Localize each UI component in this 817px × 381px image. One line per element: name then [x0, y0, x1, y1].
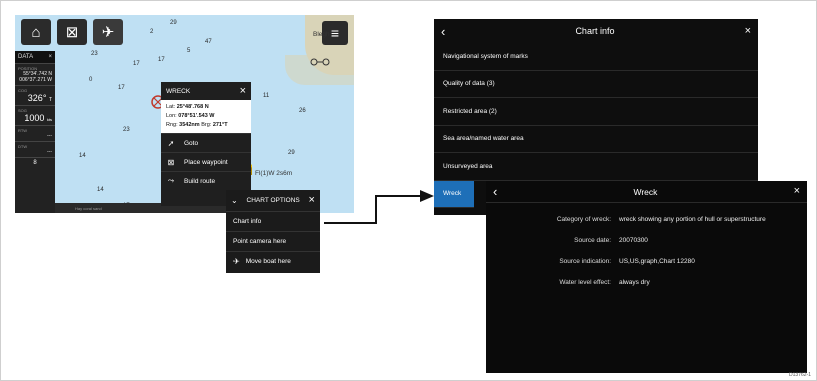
attr-value: wreck showing any portion of hull or sup… — [619, 216, 766, 223]
data-bar-header: DATA × — [15, 51, 55, 63]
data-bar[interactable]: DATA × POSITION 55°34'.742 N 006°37'.271… — [15, 51, 55, 213]
waypoints-button[interactable]: ⊠ — [57, 19, 87, 45]
depth-sounding: 47 — [205, 39, 212, 45]
point-camera-option[interactable]: Point camera here — [226, 231, 320, 251]
chevron-down-icon[interactable]: ⌄ — [231, 196, 238, 205]
attr-row: Source date: 20070300 — [486, 230, 807, 251]
info-row-unsurveyed[interactable]: Unsurveyed area — [434, 153, 758, 181]
attr-label: Water level effect: — [559, 279, 611, 286]
close-icon[interactable]: × — [240, 85, 246, 97]
flow-arrow — [324, 190, 434, 224]
data-bar-close[interactable]: × — [48, 54, 52, 60]
attr-label: Source date: — [574, 237, 611, 244]
back-icon[interactable]: ‹ — [493, 184, 497, 199]
waypoint-list-icon: ⊠ — [65, 24, 79, 41]
goto-button[interactable]: ➚ Goto — [161, 133, 251, 152]
vessel-icon: ✈ — [101, 24, 115, 41]
rtw-cell: RTW --- — [15, 125, 55, 141]
attr-value: 20070300 — [619, 237, 648, 244]
figure-reference: D13762-1 — [789, 372, 811, 378]
position-lon: 006°37'.271 W — [19, 77, 52, 83]
vessel-button[interactable]: ✈ — [93, 19, 123, 45]
vessel-icon: ✈ — [233, 257, 240, 266]
chart-info-title: Chart info — [575, 26, 615, 36]
goto-icon: ➚ — [167, 138, 175, 148]
close-icon[interactable]: × — [309, 195, 315, 206]
bottom-note: Hay coral sand — [75, 205, 102, 211]
depth-sounding: 0 — [89, 77, 93, 83]
depth-sounding: 29 — [288, 150, 295, 156]
position-cell: POSITION 55°34'.742 N 006°37'.271 W — [15, 63, 55, 85]
rtw-value: --- — [47, 133, 52, 139]
info-row-quality[interactable]: Quality of data (3) — [434, 71, 758, 98]
attr-value: always dry — [619, 279, 650, 286]
move-boat-option[interactable]: ✈ Move boat here — [226, 251, 320, 271]
place-name: Blegh — [313, 31, 330, 38]
back-icon[interactable]: ‹ — [441, 24, 445, 39]
place-waypoint-icon: ⊠ — [167, 157, 175, 167]
sog-cell: SOG 1000 kts — [15, 105, 55, 125]
home-button[interactable]: ⌂ — [21, 19, 51, 45]
depth-sounding: 14 — [79, 153, 86, 159]
info-row-sea-area[interactable]: Sea area/named water area — [434, 126, 758, 153]
home-icon: ⌂ — [31, 23, 41, 41]
chart-options-title: CHART OPTIONS — [246, 197, 300, 204]
hamburger-icon: ≡ — [330, 25, 340, 41]
attr-row: Source indication: US,US,graph,Chart 122… — [486, 251, 807, 272]
attr-value: US,US,graph,Chart 12280 — [619, 258, 695, 265]
data-bar-title: DATA — [18, 54, 34, 60]
attr-label: Category of wreck: — [556, 216, 611, 223]
attr-label: Source indication: — [559, 258, 611, 265]
chart-info-option[interactable]: Chart info — [226, 211, 320, 231]
wreck-details-title: Wreck — [633, 186, 658, 197]
depth-sounding: 29 — [170, 20, 177, 26]
figure-frame: ⌂ ⊠ ✈ ≡ 29 2 47 5 23 17 17 0 17 11 26 23… — [0, 0, 817, 381]
close-icon[interactable]: × — [745, 25, 751, 37]
depth-sounding: 11 — [263, 93, 270, 99]
close-icon[interactable]: × — [794, 186, 800, 197]
depth-sounding: 14 — [97, 187, 104, 193]
place-waypoint-button[interactable]: ⊠ Place waypoint — [161, 152, 251, 171]
sog-value: 1000 kts — [24, 113, 52, 123]
info-row-wreck[interactable]: Wreck — [434, 180, 474, 208]
wreck-attributes: Category of wreck: wreck showing any por… — [486, 203, 807, 293]
wreck-details-panel: ‹ Wreck × Category of wreck: wreck showi… — [486, 181, 807, 373]
attr-row: Category of wreck: wreck showing any por… — [486, 209, 807, 230]
depth-sounding: 23 — [123, 127, 130, 133]
depth-sounding: 17 — [158, 57, 165, 63]
depth-sounding: 2 — [150, 29, 154, 35]
wreck-panel-title: WRECK — [166, 87, 191, 95]
buoy-label: Fl(1)W 2s6m — [255, 170, 293, 177]
dtw-cell: DTW --- — [15, 141, 55, 157]
wreck-panel-header: WRECK × — [161, 82, 251, 100]
cog-cell: COG 326° T — [15, 85, 55, 105]
speed-value: 8 — [33, 160, 37, 166]
chart-options-menu: ⌄ CHART OPTIONS × Chart info Point camer… — [226, 190, 320, 273]
info-row-nav-marks[interactable]: Navigational system of marks — [434, 43, 758, 71]
attr-row: Water level effect: always dry — [486, 272, 807, 293]
depth-sounding: 26 — [299, 108, 306, 114]
build-route-icon: ⤳ — [167, 176, 175, 185]
speed-cell: 8 — [15, 157, 55, 168]
cog-value: 326° T — [27, 93, 52, 103]
chart-view[interactable]: ⌂ ⊠ ✈ ≡ 29 2 47 5 23 17 17 0 17 11 26 23… — [15, 15, 354, 213]
chart-info-header: ‹ Chart info × — [434, 19, 758, 43]
wreck-context-panel: WRECK × Lat: 25°48'.768 N Lon: 078°51'.5… — [161, 82, 251, 206]
depth-sounding: 5 — [187, 48, 191, 54]
build-route-button[interactable]: ⤳ Build route — [161, 171, 251, 190]
chart-options-header: ⌄ CHART OPTIONS × — [226, 190, 320, 211]
depth-sounding: 17 — [118, 85, 125, 91]
wreck-position-info: Lat: 25°48'.768 N Lon: 078°51'.543 W Rng… — [161, 100, 251, 133]
wreck-details-header: ‹ Wreck × — [486, 181, 807, 203]
depth-sounding: 17 — [133, 61, 140, 67]
buoy-marker[interactable] — [309, 57, 333, 71]
depth-sounding: 23 — [91, 51, 98, 57]
dtw-value: --- — [47, 149, 52, 155]
info-row-restricted[interactable]: Restricted area (2) — [434, 98, 758, 126]
